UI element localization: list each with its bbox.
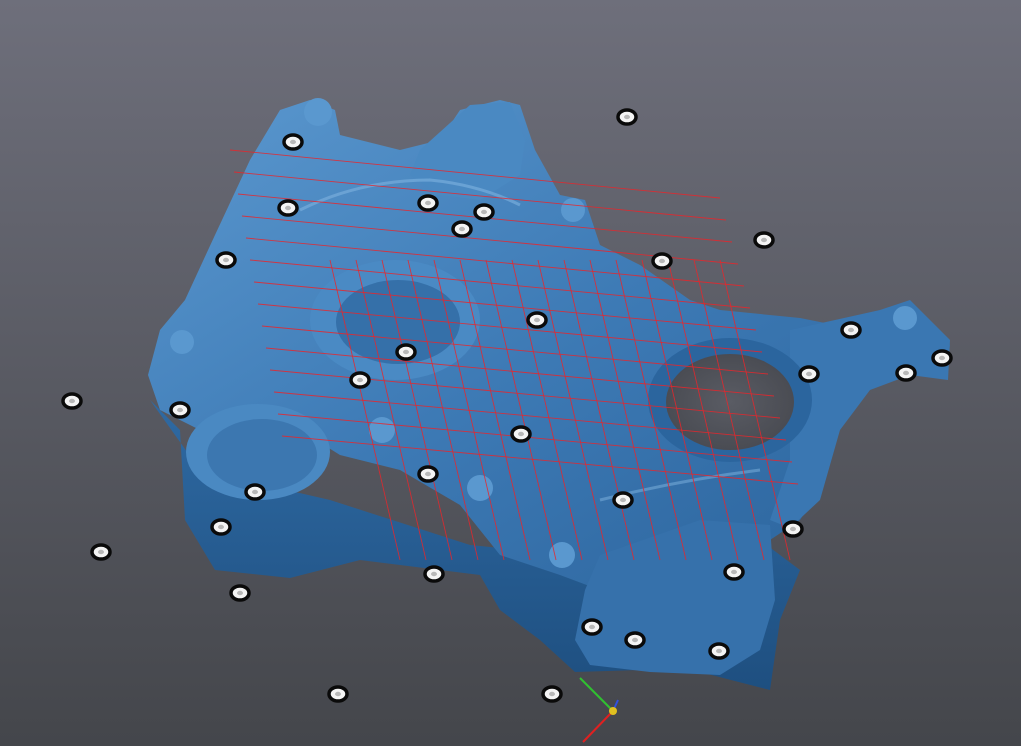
reference-marker-center xyxy=(518,431,524,437)
reference-marker-center xyxy=(285,205,291,211)
reference-marker-center xyxy=(790,526,796,532)
reference-marker-center xyxy=(425,200,431,206)
reference-marker-center xyxy=(624,114,630,120)
reference-marker xyxy=(210,518,232,536)
reference-marker-center xyxy=(549,691,555,697)
reference-marker-center xyxy=(806,371,812,377)
reference-marker-center xyxy=(290,139,296,145)
reference-marker-center xyxy=(939,355,945,361)
reference-marker-center xyxy=(481,209,487,215)
reference-marker xyxy=(782,520,804,538)
reference-marker xyxy=(510,425,532,443)
reference-marker-center xyxy=(903,370,909,376)
reference-marker-center xyxy=(716,648,722,654)
reference-marker xyxy=(451,220,473,238)
reference-marker xyxy=(349,371,371,389)
reference-marker-center xyxy=(218,524,224,530)
reference-marker xyxy=(581,618,603,636)
reference-marker xyxy=(708,642,730,660)
reference-marker xyxy=(895,364,917,382)
reference-marker xyxy=(244,483,266,501)
reference-marker-center xyxy=(620,497,626,503)
mesh-left-boss-hole xyxy=(207,419,317,491)
reference-marker-center xyxy=(252,489,258,495)
reference-marker-center xyxy=(223,257,229,263)
reference-marker xyxy=(723,563,745,581)
reference-marker-center xyxy=(98,549,104,555)
reference-marker xyxy=(327,685,349,703)
reference-marker xyxy=(169,401,191,419)
reference-marker xyxy=(395,343,417,361)
reference-marker-center xyxy=(534,317,540,323)
reference-marker-center xyxy=(459,226,465,232)
reference-marker xyxy=(526,311,548,329)
reference-marker-center xyxy=(357,377,363,383)
reference-marker xyxy=(282,133,304,151)
reference-marker xyxy=(61,392,83,410)
reference-marker xyxy=(616,108,638,126)
reference-marker-center xyxy=(659,258,665,264)
reference-marker-center xyxy=(177,407,183,413)
reference-marker-center xyxy=(403,349,409,355)
mesh-small-boss xyxy=(561,198,585,222)
reference-marker xyxy=(931,349,953,367)
axis-origin xyxy=(609,707,617,715)
reference-marker xyxy=(798,365,820,383)
3d-viewport[interactable] xyxy=(0,0,1021,746)
reference-marker xyxy=(840,321,862,339)
reference-marker-center xyxy=(237,590,243,596)
3d-scene-canvas[interactable] xyxy=(0,0,1021,746)
reference-marker-center xyxy=(69,398,75,404)
reference-marker xyxy=(90,543,112,561)
reference-marker xyxy=(417,465,439,483)
reference-marker xyxy=(651,252,673,270)
reference-marker xyxy=(423,565,445,583)
reference-marker xyxy=(417,194,439,212)
reference-marker-center xyxy=(425,471,431,477)
mesh-right-bore-hole xyxy=(666,354,794,450)
mesh-small-boss xyxy=(893,306,917,330)
reference-marker-center xyxy=(731,569,737,575)
reference-marker xyxy=(541,685,563,703)
reference-marker xyxy=(229,584,251,602)
reference-marker-center xyxy=(848,327,854,333)
reference-marker xyxy=(215,251,237,269)
reference-marker xyxy=(753,231,775,249)
reference-marker xyxy=(277,199,299,217)
reference-marker xyxy=(612,491,634,509)
reference-marker-center xyxy=(761,237,767,243)
reference-marker-center xyxy=(589,624,595,630)
reference-marker-center xyxy=(335,691,341,697)
reference-marker xyxy=(624,631,646,649)
reference-marker-center xyxy=(632,637,638,643)
mesh-small-boss xyxy=(304,98,332,126)
reference-marker-center xyxy=(431,571,437,577)
reference-marker xyxy=(473,203,495,221)
mesh-small-boss xyxy=(369,417,395,443)
mesh-small-boss xyxy=(170,330,194,354)
